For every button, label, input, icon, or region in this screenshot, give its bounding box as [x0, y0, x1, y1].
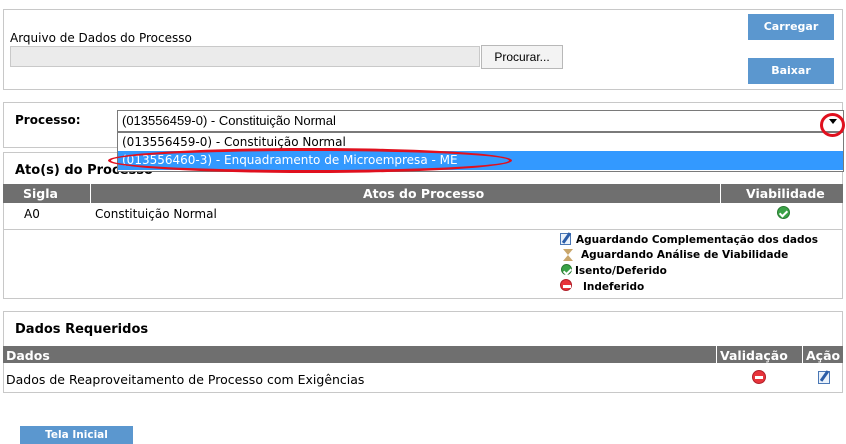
browse-button[interactable]: Procurar...: [481, 45, 563, 69]
edit-icon[interactable]: [818, 371, 830, 384]
table-row-sigla: A0: [24, 207, 40, 221]
processo-select[interactable]: (013556459-0) - Constituição Normal: [117, 110, 844, 132]
column-header-sigla: Sigla: [23, 186, 58, 201]
table-row-dado: Dados de Reaproveitamento de Processo co…: [6, 372, 365, 387]
header-divider: [90, 184, 91, 203]
file-path-field[interactable]: [10, 46, 480, 67]
legend-item: Indeferido: [583, 281, 645, 293]
column-header-validacao: Validação: [720, 348, 788, 363]
legend-item: Aguardando Complementação dos dados: [576, 234, 818, 246]
upload-label: Arquivo de Dados do Processo: [10, 31, 192, 45]
load-button[interactable]: Carregar: [748, 14, 834, 40]
legend-item: Isento/Deferido: [575, 265, 667, 277]
dados-title: Dados Requeridos: [15, 322, 149, 337]
dados-table-header: [3, 346, 843, 363]
header-divider: [716, 346, 717, 363]
processo-label: Processo:: [15, 113, 81, 127]
annotation-circle: [108, 148, 512, 173]
legend-item: Aguardando Análise de Viabilidade: [581, 249, 789, 261]
table-row-ato: Constituição Normal: [95, 207, 217, 221]
edit-icon: [560, 233, 571, 245]
minus-circle-icon: [752, 370, 766, 384]
home-button[interactable]: Tela Inicial: [20, 426, 133, 444]
check-circle-icon: [561, 264, 572, 275]
check-circle-icon: [777, 206, 790, 219]
column-header-atos: Atos do Processo: [363, 186, 485, 201]
column-header-dados: Dados: [6, 348, 50, 363]
hourglass-icon: [563, 249, 573, 261]
column-header-acao: Ação: [806, 348, 841, 363]
download-button[interactable]: Baixar: [748, 58, 834, 84]
header-divider: [802, 346, 803, 363]
column-header-viabilidade: Viabilidade: [746, 186, 825, 201]
minus-circle-icon: [560, 279, 572, 291]
annotation-circle: [820, 113, 845, 137]
header-divider: [720, 184, 721, 203]
